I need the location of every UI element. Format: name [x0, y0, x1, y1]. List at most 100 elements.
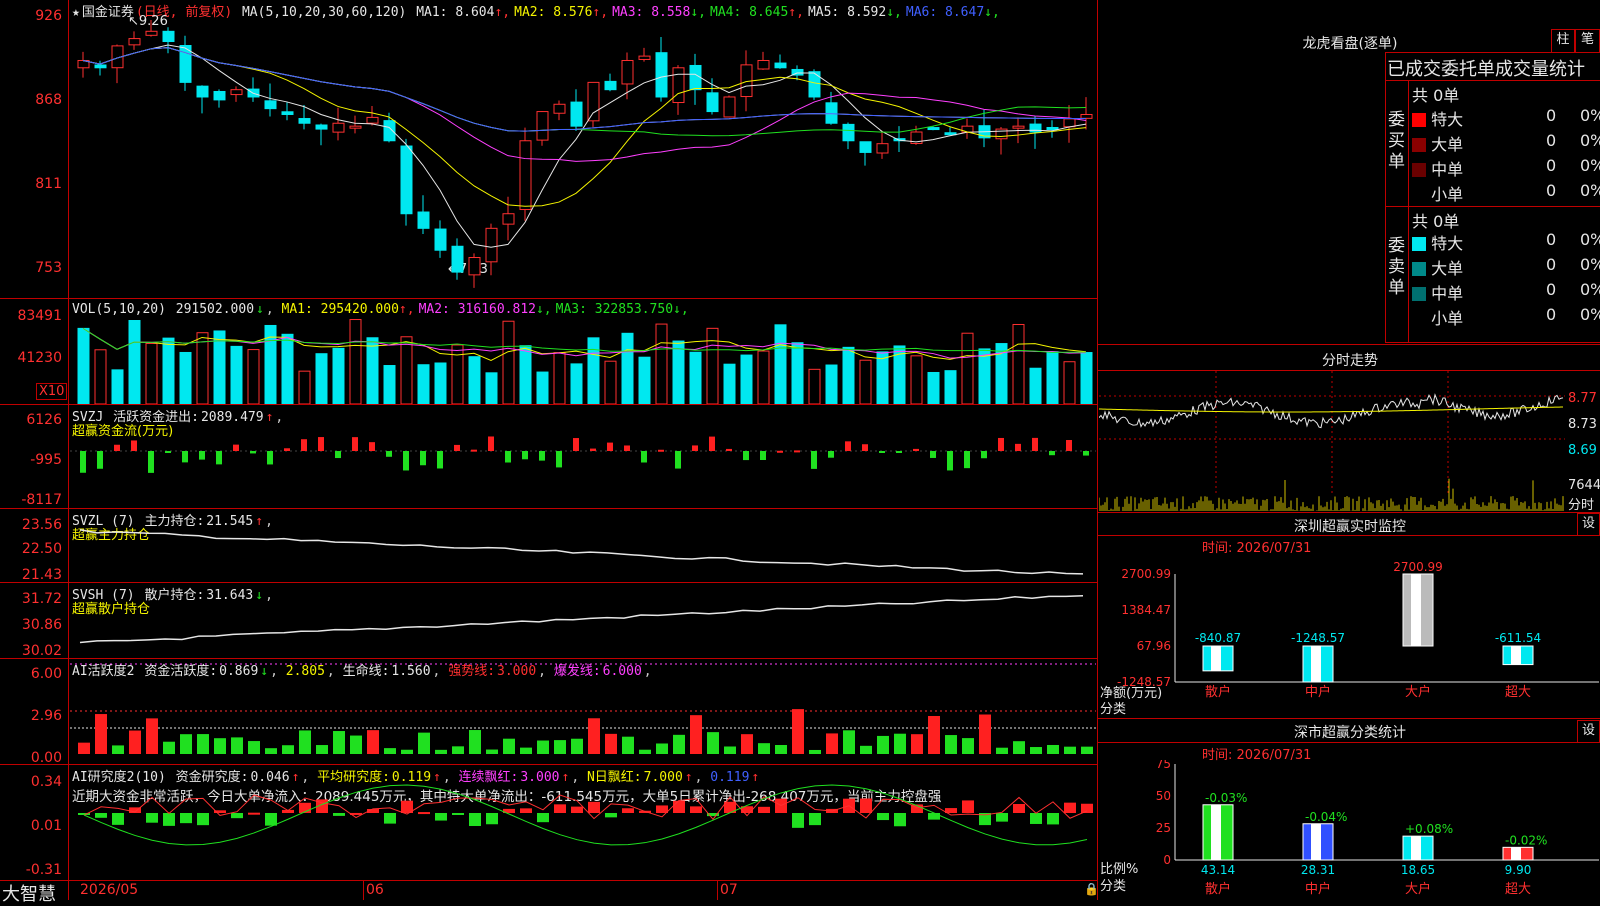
research-bar	[894, 813, 906, 827]
vol-unit: X10	[36, 383, 68, 400]
research-bar	[231, 813, 243, 819]
research-bar	[622, 808, 634, 813]
axis-tick: 25	[1156, 821, 1171, 835]
volume-bar	[978, 348, 991, 404]
research-bar	[758, 806, 770, 813]
ma-item: MA2: 316160.812↓,	[418, 302, 552, 317]
flow-bar	[760, 451, 766, 461]
order-row: 小单 0 0%	[1412, 305, 1600, 329]
ma-label: MA(5,10,20,30,60,120)	[241, 5, 407, 20]
candle-body	[655, 52, 668, 98]
volume-bar	[774, 324, 787, 404]
candle-body	[570, 101, 583, 127]
flow-bar	[80, 451, 86, 473]
ratio-bar-highlight	[1511, 847, 1521, 860]
candle-body	[553, 103, 566, 114]
order-pct: 0%	[1580, 106, 1600, 125]
sz-stats-settings-button[interactable]: 设	[1577, 720, 1600, 743]
activity-bar	[758, 743, 770, 754]
candle-body	[213, 90, 226, 101]
net-bar-highlight	[1211, 645, 1221, 671]
ai-active-chart[interactable]	[70, 659, 1096, 764]
tick-mode-button[interactable]: 笔	[1575, 29, 1600, 53]
ai-active-axis-bottom: 0.00	[30, 750, 62, 766]
sell-total: 共 0单	[1412, 212, 1460, 231]
candle-body	[502, 213, 515, 225]
volume-bar	[842, 346, 855, 404]
order-row: 特大 0 0%	[1412, 106, 1600, 130]
volume-bar	[434, 362, 447, 404]
research-bar	[877, 813, 889, 821]
category-label: 中户	[1305, 881, 1331, 897]
order-row: 特大 0 0%	[1412, 230, 1600, 254]
activity-bar	[639, 749, 651, 754]
ai-research-chart[interactable]	[70, 765, 1096, 880]
volume-bar	[587, 337, 600, 404]
flow-bar	[590, 448, 596, 451]
activity-bar	[1047, 744, 1059, 754]
svzj-chart[interactable]	[70, 405, 1096, 508]
lock-icon[interactable]: 🔒	[1084, 882, 1099, 896]
brand-label: 大智慧	[2, 884, 56, 905]
candle-body	[638, 55, 651, 60]
sz-monitor-chart[interactable]: 2700.991384.4767.96-1248.57-840.87散户-124…	[1099, 556, 1599, 716]
vol-axis-high: 83491	[17, 308, 62, 324]
research-bar	[384, 813, 396, 824]
svsh-chart[interactable]	[70, 583, 1096, 658]
candle-body	[196, 85, 209, 98]
vol-axis-mid: 41230	[17, 350, 62, 366]
category-label: 超大	[1505, 882, 1531, 897]
candle-body	[417, 211, 430, 229]
sz-stats-xlabel: 分类	[1100, 879, 1127, 894]
research-bar	[486, 813, 498, 825]
volume-bar	[247, 349, 260, 404]
activity-bar	[588, 718, 600, 754]
flow-bar	[471, 449, 477, 452]
flow-bar	[131, 440, 137, 451]
volume-chart[interactable]	[70, 318, 1096, 404]
order-count: 0	[1546, 131, 1557, 150]
intraday-chart[interactable]	[1099, 371, 1565, 511]
research-bar	[656, 805, 668, 813]
svsh-axis-mid: 30.86	[21, 617, 62, 633]
date-label-jul: 07	[720, 882, 738, 898]
flow-bar	[403, 451, 409, 471]
sell-side-label: 委卖单	[1388, 236, 1405, 298]
value-label: 18.65	[1401, 863, 1435, 877]
volume-caption: VOL(5,10,20) 291502.000 ↓, MA1: 295420.00…	[72, 302, 689, 317]
date-label-may: 2026/05	[80, 882, 139, 898]
research-bar	[537, 813, 549, 823]
svzl-axis-bottom: 21.43	[21, 567, 62, 583]
volume-bar	[417, 364, 430, 404]
order-size: 大单	[1431, 135, 1464, 154]
sz-monitor-settings-button[interactable]: 设	[1577, 513, 1600, 536]
order-row: 小单 0 0%	[1412, 181, 1600, 205]
volume-bar	[961, 332, 974, 404]
volume-bar	[1029, 367, 1042, 404]
sz-stats-chart[interactable]: 75 50 25 0 -0.03% 43.14 散户 -0.04% 28.31 中户 +0.08% 1…	[1099, 760, 1599, 900]
flow-bar	[301, 439, 307, 451]
volume-bar	[808, 368, 821, 404]
flow-bar	[1083, 451, 1089, 456]
ai-research-axis-bottom: -0.31	[25, 862, 62, 878]
axis-tick: 0	[1163, 853, 1171, 867]
flow-bar	[811, 451, 817, 469]
volume-bar	[230, 345, 243, 404]
ma-item: MA4: 8.645↑,	[710, 5, 804, 20]
category-label: 散户	[1205, 881, 1231, 897]
axis-tick: 75	[1156, 760, 1171, 771]
activity-bar	[452, 746, 464, 754]
bar-mode-button[interactable]: 柱	[1551, 29, 1575, 53]
volume-bar	[1046, 351, 1059, 404]
volume-bar	[332, 347, 345, 404]
volume-bar	[519, 345, 532, 404]
price-axis-868: 868	[35, 92, 62, 108]
svzl-chart[interactable]	[70, 509, 1096, 582]
volume-bar	[366, 337, 379, 404]
candlestick-chart[interactable]	[70, 20, 1096, 298]
candle-body	[383, 120, 396, 142]
flow-bar	[1015, 443, 1021, 451]
volume-bar	[672, 340, 685, 404]
svzj-axis-mid: -995	[30, 452, 62, 468]
candle-body	[468, 257, 481, 276]
